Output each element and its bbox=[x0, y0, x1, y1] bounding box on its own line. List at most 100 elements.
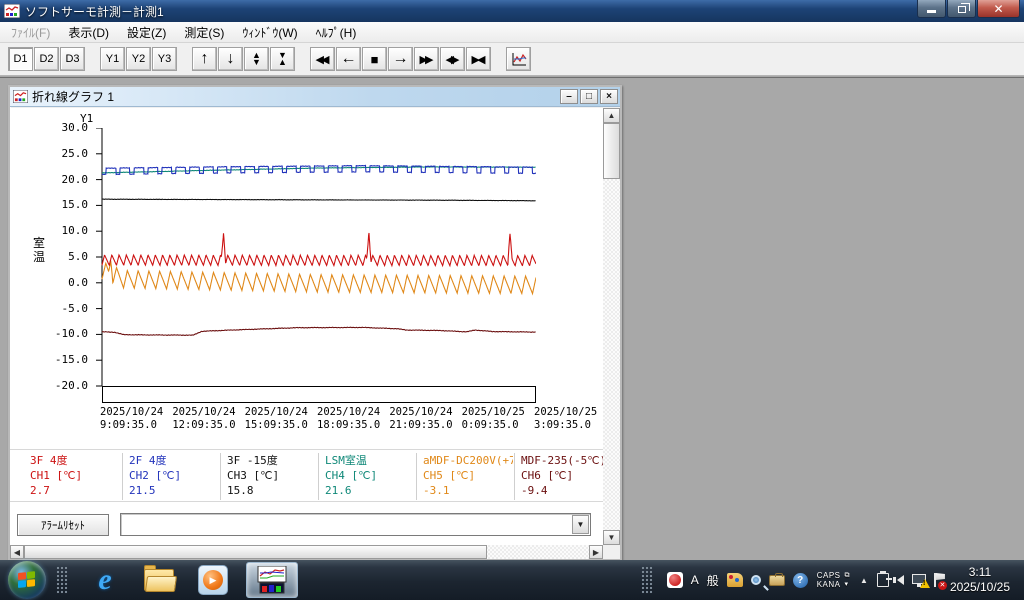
y-tick-label: -5.0 bbox=[61, 301, 89, 315]
legend-current: 21.5 bbox=[129, 484, 156, 497]
legend-name: 3F 4度 bbox=[30, 454, 68, 467]
media-player-icon: ▶ bbox=[198, 565, 228, 595]
soft-thermo-icon bbox=[257, 566, 287, 594]
legend-current: -3.1 bbox=[423, 484, 450, 497]
step-forward-button[interactable]: → bbox=[388, 47, 413, 71]
soft-thermo-taskbar-button[interactable] bbox=[246, 562, 298, 598]
alarm-combobox[interactable]: ▼ bbox=[120, 513, 591, 536]
yaxis-button-y3[interactable]: Y3 bbox=[152, 47, 177, 71]
scroll-down-button[interactable]: ↓ bbox=[218, 47, 243, 71]
legend-channel-3: 3F -15度 CH3 [℃] 15.8 bbox=[220, 453, 317, 500]
expand-horizontal-button[interactable]: ◀▶ bbox=[440, 47, 465, 71]
yaxis-button-y1[interactable]: Y1 bbox=[100, 47, 125, 71]
step-back-icon: ← bbox=[340, 50, 357, 67]
legend-channel_label: CH2 [℃] bbox=[129, 469, 182, 482]
restore-button[interactable] bbox=[947, 0, 976, 18]
internet-explorer-icon: e bbox=[98, 563, 112, 596]
compress-vertical-button[interactable]: ▼ ▲ bbox=[270, 47, 295, 71]
toolbox-tray-icon[interactable] bbox=[768, 572, 785, 586]
show-hidden-icons-button[interactable]: ▲ bbox=[860, 576, 868, 585]
yaxis-button-y2[interactable]: Y2 bbox=[126, 47, 151, 71]
fast-rewind-button[interactable]: ◀◀ bbox=[310, 47, 335, 71]
display-button-d2[interactable]: D2 bbox=[34, 47, 59, 71]
search-tray-icon[interactable] bbox=[750, 575, 761, 585]
y-tick-label: 20.0 bbox=[61, 172, 89, 186]
tray-separator bbox=[640, 566, 653, 594]
graph-close-button[interactable]: × bbox=[600, 89, 618, 104]
hscroll-right-icon[interactable]: ▶ bbox=[589, 545, 603, 559]
scroll-up-icon: ↑ bbox=[200, 50, 209, 67]
volume-tray-icon[interactable] bbox=[892, 575, 904, 585]
alarm-combo-input[interactable] bbox=[123, 516, 570, 533]
vscroll-track[interactable] bbox=[603, 123, 620, 530]
ime-alpha-icon[interactable]: A bbox=[691, 573, 699, 587]
clock[interactable]: 3:11 2025/10/25 bbox=[950, 565, 1010, 595]
mdi-client-area: 折れ線グラフ 1 – □ × Y1 室温 30.0 25.0 20.0 15.0 10.… bbox=[0, 77, 1024, 561]
stop-icon: ■ bbox=[370, 51, 379, 67]
vscroll-down-icon[interactable]: ▼ bbox=[603, 530, 620, 545]
legend-channel_label: CH6 [℃] bbox=[521, 469, 574, 482]
legend-channel-5: aMDF-DC200V(+7 CH5 [℃] -3.1 bbox=[416, 453, 513, 500]
range-selector-box[interactable] bbox=[102, 386, 536, 403]
compress-horizontal-icon: ▶◀ bbox=[471, 53, 486, 66]
menu-item[interactable]: 設定(Z) bbox=[118, 21, 175, 44]
display-button-d1[interactable]: D1 bbox=[8, 47, 33, 71]
menu-item[interactable]: ﾍﾙﾌﾟ(H) bbox=[307, 21, 366, 44]
graph-window: 折れ線グラフ 1 – □ × Y1 室温 30.0 25.0 20.0 15.0 10.… bbox=[8, 85, 622, 561]
alarm-reset-button[interactable]: ｱﾗｰﾑﾘｾｯﾄ bbox=[17, 514, 109, 536]
graph-minimize-button[interactable]: – bbox=[560, 89, 578, 104]
security-tray-icon[interactable] bbox=[666, 572, 683, 588]
scroll-up-button[interactable]: ↑ bbox=[192, 47, 217, 71]
compress-horizontal-button[interactable]: ▶◀ bbox=[466, 47, 491, 71]
start-button[interactable] bbox=[8, 561, 46, 599]
help-tray-icon[interactable]: ? bbox=[792, 572, 808, 588]
combo-dropdown-icon[interactable]: ▼ bbox=[572, 515, 589, 534]
scroll-down-icon: ↓ bbox=[226, 50, 235, 67]
legend-channel-6: MDF-235(-5℃) CH6 [℃] -9.4 bbox=[514, 453, 603, 500]
legend-channel-1: 3F 4度 CH1 [℃] 2.7 bbox=[24, 453, 121, 500]
line-chart bbox=[96, 128, 536, 387]
legend-current: 2.7 bbox=[30, 484, 50, 497]
menu-item[interactable]: ｳｨﾝﾄﾞｳ(W) bbox=[233, 21, 306, 44]
x-tick-label: 2025/10/24 12:09:35.0 bbox=[172, 406, 236, 431]
menu-item[interactable]: 測定(S) bbox=[175, 21, 233, 44]
media-player-button[interactable]: ▶ bbox=[196, 563, 230, 597]
close-button[interactable]: ✕ bbox=[977, 0, 1020, 18]
toolbar: D1 D2 D3 Y1 Y2 Y3 ↑ ↓ ▲ ▼ ▼ ▲ ◀◀ ← ■ → ▶▶ ◀▶ ▶◀ bbox=[0, 43, 1024, 76]
stop-button[interactable]: ■ bbox=[362, 47, 387, 71]
ime-state-indicator[interactable]: CAPS ⧉ KANA ▾ bbox=[817, 571, 850, 589]
taskbar: e ▶ A 般 ? CAPS⧉ KANA▾ ▲ ✕ bbox=[0, 560, 1024, 600]
main-titlebar: ソフトサーモ計測－計測1 ✕ bbox=[0, 0, 1024, 22]
graph-maximize-button[interactable]: □ bbox=[580, 89, 598, 104]
y-tick-label: -10.0 bbox=[54, 327, 88, 341]
network-warning-tray-icon[interactable] bbox=[911, 574, 930, 588]
internet-explorer-button[interactable]: e bbox=[88, 563, 122, 597]
menu-item[interactable]: ﾌｧｲﾙ(F) bbox=[2, 21, 59, 44]
graph-settings-button[interactable] bbox=[506, 47, 531, 71]
expand-vertical-icon: ▲ ▼ bbox=[252, 50, 261, 67]
ime-mode-icon[interactable]: 般 bbox=[707, 572, 719, 589]
clipboard-tray-icon[interactable] bbox=[876, 571, 892, 587]
app-icon bbox=[4, 4, 20, 18]
x-tick-label: 2025/10/24 15:09:35.0 bbox=[244, 406, 308, 431]
minimize-button[interactable] bbox=[917, 0, 946, 18]
ime-palette-icon[interactable] bbox=[726, 573, 743, 587]
horizontal-scrollbar[interactable]: ◀ ▶ bbox=[10, 545, 603, 559]
fast-forward-button[interactable]: ▶▶ bbox=[414, 47, 439, 71]
file-explorer-button[interactable] bbox=[142, 563, 178, 597]
folder-icon bbox=[144, 565, 178, 592]
legend-name: MDF-235(-5℃) bbox=[521, 454, 603, 467]
y-tick-label: 25.0 bbox=[61, 146, 89, 160]
hscroll-thumb[interactable] bbox=[24, 545, 487, 559]
graph-window-client: Y1 室温 30.0 25.0 20.0 15.0 10.0 5.0 0.0 -5.0 -10.… bbox=[10, 108, 620, 559]
vscroll-up-icon[interactable]: ▲ bbox=[603, 108, 620, 123]
step-back-button[interactable]: ← bbox=[336, 47, 361, 71]
y-tick-label: 15.0 bbox=[61, 198, 89, 212]
display-button-d3[interactable]: D3 bbox=[60, 47, 85, 71]
hscroll-left-icon[interactable]: ◀ bbox=[10, 545, 24, 559]
vscroll-thumb[interactable] bbox=[603, 123, 620, 179]
menu-item[interactable]: 表示(D) bbox=[59, 21, 118, 44]
action-center-flag-icon[interactable]: ✕ bbox=[933, 573, 947, 590]
expand-vertical-button[interactable]: ▲ ▼ bbox=[244, 47, 269, 71]
vertical-scrollbar[interactable]: ▲ ▼ bbox=[603, 108, 620, 545]
